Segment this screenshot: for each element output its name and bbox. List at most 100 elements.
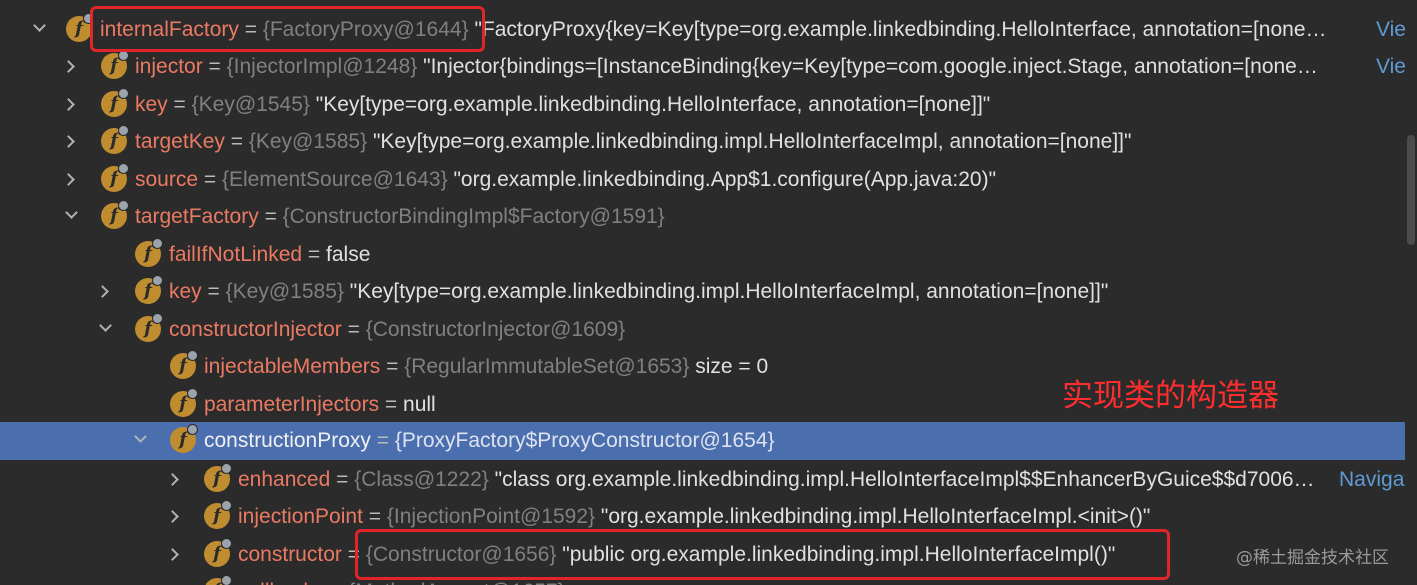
field-value: "org.example.linkedbinding.impl.HelloInt… bbox=[600, 505, 1151, 528]
field-name: injector bbox=[135, 55, 203, 78]
tree-row-text: key = {Key@1545} "Key[type=org.example.l… bbox=[135, 91, 990, 118]
tree-row-text: enhanced = {Class@1222} "class org.examp… bbox=[238, 466, 1315, 493]
tree-row-text: constructorInjector = {ConstructorInject… bbox=[169, 316, 625, 343]
field-icon: f bbox=[204, 500, 232, 529]
chevron-right-icon[interactable] bbox=[166, 548, 179, 561]
field-value: "public org.example.linkedbinding.impl.H… bbox=[562, 543, 1116, 566]
tree-row-text: injectionPoint = {InjectionPoint@1592} "… bbox=[238, 503, 1150, 530]
field-type: {ConstructorBindingImpl$Factory@1591} bbox=[282, 205, 665, 228]
field-name: source bbox=[135, 168, 199, 191]
tree-row-construction-proxy[interactable]: f constructionProxy = {ProxyFactory$Prox… bbox=[0, 422, 1405, 460]
field-name: failIfNotLinked bbox=[169, 243, 303, 266]
field-name: enhanced bbox=[238, 468, 331, 491]
tree-row-text: injectableMembers = {RegularImmutableSet… bbox=[204, 353, 768, 380]
debugger-variables-tree: f internalFactory = {FactoryProxy@1644} … bbox=[0, 0, 1417, 585]
field-type: {ProxyFactory$ProxyConstructor@1654} bbox=[394, 429, 775, 452]
tree-row-text: injector = {InjectorImpl@1248} "Injector… bbox=[135, 53, 1318, 80]
chevron-down-icon[interactable] bbox=[134, 430, 147, 443]
tree-row-enhanced[interactable]: f enhanced = {Class@1222} "class org.exa… bbox=[0, 461, 1405, 499]
tree-row-text: constructionProxy = {ProxyFactory$ProxyC… bbox=[204, 427, 775, 454]
field-value: "Key[type=org.example.linkedbinding.impl… bbox=[372, 130, 1132, 153]
tree-row-target-key[interactable]: f targetKey = {Key@1585} "Key[type=org.e… bbox=[0, 123, 1405, 161]
tree-row-callbacks[interactable]: f callbacks = {MethodAspect@1657} bbox=[0, 573, 1405, 585]
field-icon: f bbox=[135, 313, 163, 342]
chevron-right-icon[interactable] bbox=[96, 285, 109, 298]
field-name: constructorInjector bbox=[169, 318, 342, 341]
field-name: injectionPoint bbox=[238, 505, 363, 528]
equals-sign: = bbox=[208, 55, 227, 78]
field-value: size = 0 bbox=[695, 355, 769, 378]
tree-row-key-nested[interactable]: f key = {Key@1585} "Key[type=org.example… bbox=[0, 273, 1405, 311]
field-type: {Class@1222} bbox=[354, 468, 489, 491]
field-name: targetFactory bbox=[135, 205, 259, 228]
field-icon: f bbox=[135, 238, 163, 267]
view-link[interactable]: View bbox=[1376, 53, 1405, 80]
field-type: {ElementSource@1643} bbox=[221, 168, 448, 191]
field-type: {FactoryProxy@1644} bbox=[262, 18, 469, 41]
field-type: {MethodAspect@1657} bbox=[348, 580, 564, 585]
chevron-right-icon[interactable] bbox=[62, 173, 75, 186]
chevron-down-icon[interactable] bbox=[33, 19, 46, 32]
field-value: false bbox=[326, 243, 371, 266]
chevron-right-icon[interactable] bbox=[166, 473, 179, 486]
vertical-scrollbar[interactable] bbox=[1405, 0, 1417, 585]
field-icon: f bbox=[101, 88, 129, 117]
scrollbar-thumb[interactable] bbox=[1407, 135, 1415, 245]
tree-row-text: internalFactory = {FactoryProxy@1644} "F… bbox=[100, 16, 1327, 43]
tree-row-text: parameterInjectors = null bbox=[204, 391, 436, 418]
tree-row-text: callbacks = {MethodAspect@1657} bbox=[238, 578, 565, 585]
field-name: key bbox=[135, 93, 168, 116]
tree-row-text: constructor = {Constructor@1656} "public… bbox=[238, 541, 1115, 568]
tree-row-text: targetFactory = {ConstructorBindingImpl$… bbox=[135, 203, 665, 230]
field-name: parameterInjectors bbox=[204, 393, 380, 416]
field-type: {RegularImmutableSet@1653} bbox=[404, 355, 690, 378]
tree-row-source[interactable]: f source = {ElementSource@1643} "org.exa… bbox=[0, 161, 1405, 199]
chevron-right-icon[interactable] bbox=[62, 135, 75, 148]
tree-row-constructor[interactable]: f constructor = {Constructor@1656} "publ… bbox=[0, 536, 1405, 574]
chevron-right-icon[interactable] bbox=[62, 60, 75, 73]
chevron-down-icon[interactable] bbox=[99, 319, 112, 332]
equals-sign: = bbox=[173, 93, 192, 116]
field-icon: f bbox=[170, 388, 198, 417]
field-icon: f bbox=[101, 125, 129, 154]
field-type: {Key@1585} bbox=[225, 280, 344, 303]
tree-row-text: key = {Key@1585} "Key[type=org.example.l… bbox=[169, 278, 1108, 305]
equals-sign: = bbox=[230, 130, 249, 153]
field-name: constructionProxy bbox=[204, 429, 371, 452]
field-value: "Injector{bindings=[InstanceBinding{key=… bbox=[423, 55, 1318, 78]
field-name: targetKey bbox=[135, 130, 225, 153]
tree-row-internal-factory[interactable]: f internalFactory = {FactoryProxy@1644} … bbox=[0, 11, 1405, 49]
tree-row-fail-if-not-linked[interactable]: f failIfNotLinked = false bbox=[0, 236, 1405, 274]
navigate-link[interactable]: Navigate bbox=[1339, 466, 1405, 493]
tree-row-key[interactable]: f key = {Key@1545} "Key[type=org.example… bbox=[0, 86, 1405, 124]
tree-row-injector[interactable]: f injector = {InjectorImpl@1248} "Inject… bbox=[0, 48, 1405, 86]
equals-sign: = bbox=[368, 505, 387, 528]
tree-row-text: failIfNotLinked = false bbox=[169, 241, 370, 268]
field-value: null bbox=[403, 393, 436, 416]
equals-sign: = bbox=[376, 429, 395, 452]
tree-row-constructor-injector[interactable]: f constructorInjector = {ConstructorInje… bbox=[0, 311, 1405, 349]
equals-sign: = bbox=[207, 280, 226, 303]
chevron-right-icon[interactable] bbox=[166, 510, 179, 523]
field-icon: f bbox=[170, 350, 198, 379]
field-type: {InjectorImpl@1248} bbox=[226, 55, 418, 78]
field-value: "FactoryProxy{key=Key[type=org.example.l… bbox=[474, 18, 1327, 41]
equals-sign: = bbox=[307, 243, 327, 266]
field-name: callbacks bbox=[238, 580, 324, 585]
field-icon: f bbox=[101, 200, 129, 229]
equals-sign: = bbox=[203, 168, 222, 191]
tree-row-target-factory[interactable]: f targetFactory = {ConstructorBindingImp… bbox=[0, 198, 1405, 236]
field-type: {Constructor@1656} bbox=[365, 543, 557, 566]
equals-sign: = bbox=[384, 393, 404, 416]
field-value: "Key[type=org.example.linkedbinding.impl… bbox=[349, 280, 1109, 303]
equals-sign: = bbox=[330, 580, 348, 585]
chevron-right-icon[interactable] bbox=[62, 98, 75, 111]
field-type: {ConstructorInjector@1609} bbox=[365, 318, 626, 341]
tree-row-injection-point[interactable]: f injectionPoint = {InjectionPoint@1592}… bbox=[0, 498, 1405, 536]
field-icon: f bbox=[66, 13, 94, 42]
view-link[interactable]: View bbox=[1376, 16, 1405, 43]
equals-sign: = bbox=[336, 468, 355, 491]
chevron-down-icon[interactable] bbox=[65, 206, 78, 219]
equals-sign: = bbox=[347, 318, 366, 341]
equals-sign: = bbox=[244, 18, 263, 41]
